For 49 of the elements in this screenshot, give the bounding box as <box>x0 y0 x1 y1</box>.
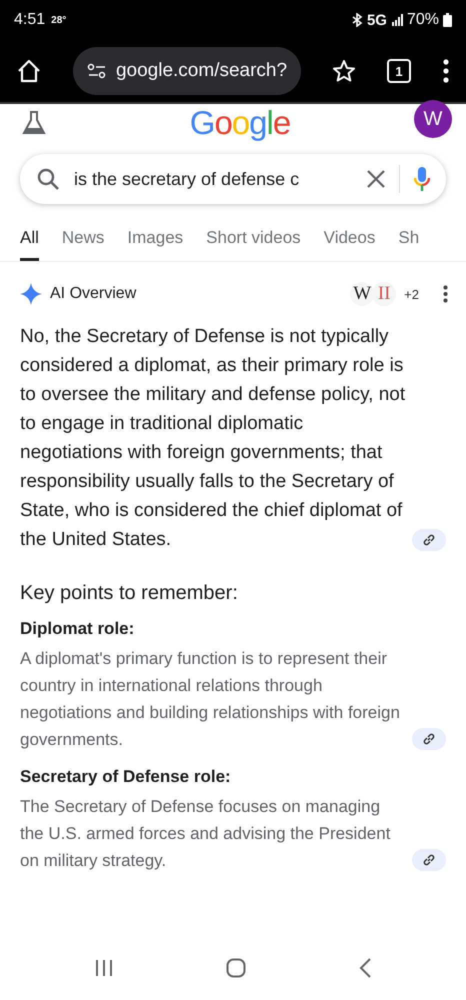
search-tab[interactable]: Images <box>127 222 184 261</box>
search-field[interactable]: is the secretary of defense c <box>20 154 446 204</box>
search-icon <box>36 167 60 191</box>
search-tab[interactable]: All <box>20 222 39 261</box>
back-icon[interactable] <box>358 958 372 978</box>
site-settings-icon[interactable] <box>86 63 107 79</box>
search-tab[interactable]: Videos <box>324 222 376 261</box>
menu-icon[interactable] <box>442 59 450 83</box>
tab-count-button[interactable]: 1 <box>387 59 412 83</box>
battery-icon <box>443 13 452 27</box>
link-chip[interactable] <box>412 728 446 750</box>
temperature: 28° <box>51 14 66 26</box>
point-text: A diplomat's primary function is to represent their country in international relations through negotiations and building relationships with foreign governments. <box>20 648 401 751</box>
section-heading: Key points to remember: <box>20 582 239 605</box>
clock-time: 4:51 <box>14 11 46 29</box>
point-title: Diplomat role: <box>20 619 136 639</box>
point-text: The Secretary of Defense focuses on managing the U.S. armed forces and advising the President on military strategy. <box>20 796 392 872</box>
search-tab[interactable]: News <box>62 222 104 261</box>
source-badge[interactable]: II <box>372 282 396 306</box>
summary-text: No, the Secretary of Defense is not typically considered a diplomat, as their primary role is to oversee the military and defense policy, not to engage in traditional diplomatic negotiations with foreign governments; that responsibility usually falls to the Secretary of State, who is considered the chief diplomat of the United States. <box>20 325 406 552</box>
search-query: is the secretary of defense c <box>74 168 300 190</box>
link-icon <box>423 854 435 866</box>
signal-icon <box>390 14 403 26</box>
account-avatar[interactable]: W <box>414 100 452 138</box>
bluetooth-icon <box>350 13 363 27</box>
ai-overview-title: AI Overview <box>50 285 136 303</box>
more-options-icon[interactable] <box>443 285 448 303</box>
google-logo[interactable]: Google <box>190 104 290 142</box>
close-icon[interactable] <box>367 170 385 188</box>
home-icon[interactable] <box>16 58 42 84</box>
address-bar[interactable]: google.com/search? <box>72 47 302 95</box>
url-text: google.com/search? <box>116 60 288 82</box>
recent-apps-icon[interactable] <box>94 959 114 977</box>
flask-icon[interactable] <box>22 111 46 135</box>
link-icon <box>423 534 435 546</box>
home-button-icon[interactable] <box>226 958 246 978</box>
battery-percent: 70% <box>406 11 439 29</box>
point-title: Secretary of Defense role: <box>20 767 232 787</box>
source-badge[interactable]: W <box>350 282 374 306</box>
more-sources[interactable]: +2 <box>404 286 419 302</box>
sparkle-icon <box>20 283 42 305</box>
network-type: 5G <box>366 12 387 28</box>
star-icon[interactable] <box>332 59 356 83</box>
link-chip[interactable] <box>412 849 446 871</box>
link-chip[interactable] <box>412 529 446 551</box>
microphone-icon[interactable] <box>414 166 430 192</box>
link-icon <box>423 733 435 745</box>
search-tab[interactable]: Sh <box>398 222 420 261</box>
search-tab[interactable]: Short videos <box>206 222 301 261</box>
